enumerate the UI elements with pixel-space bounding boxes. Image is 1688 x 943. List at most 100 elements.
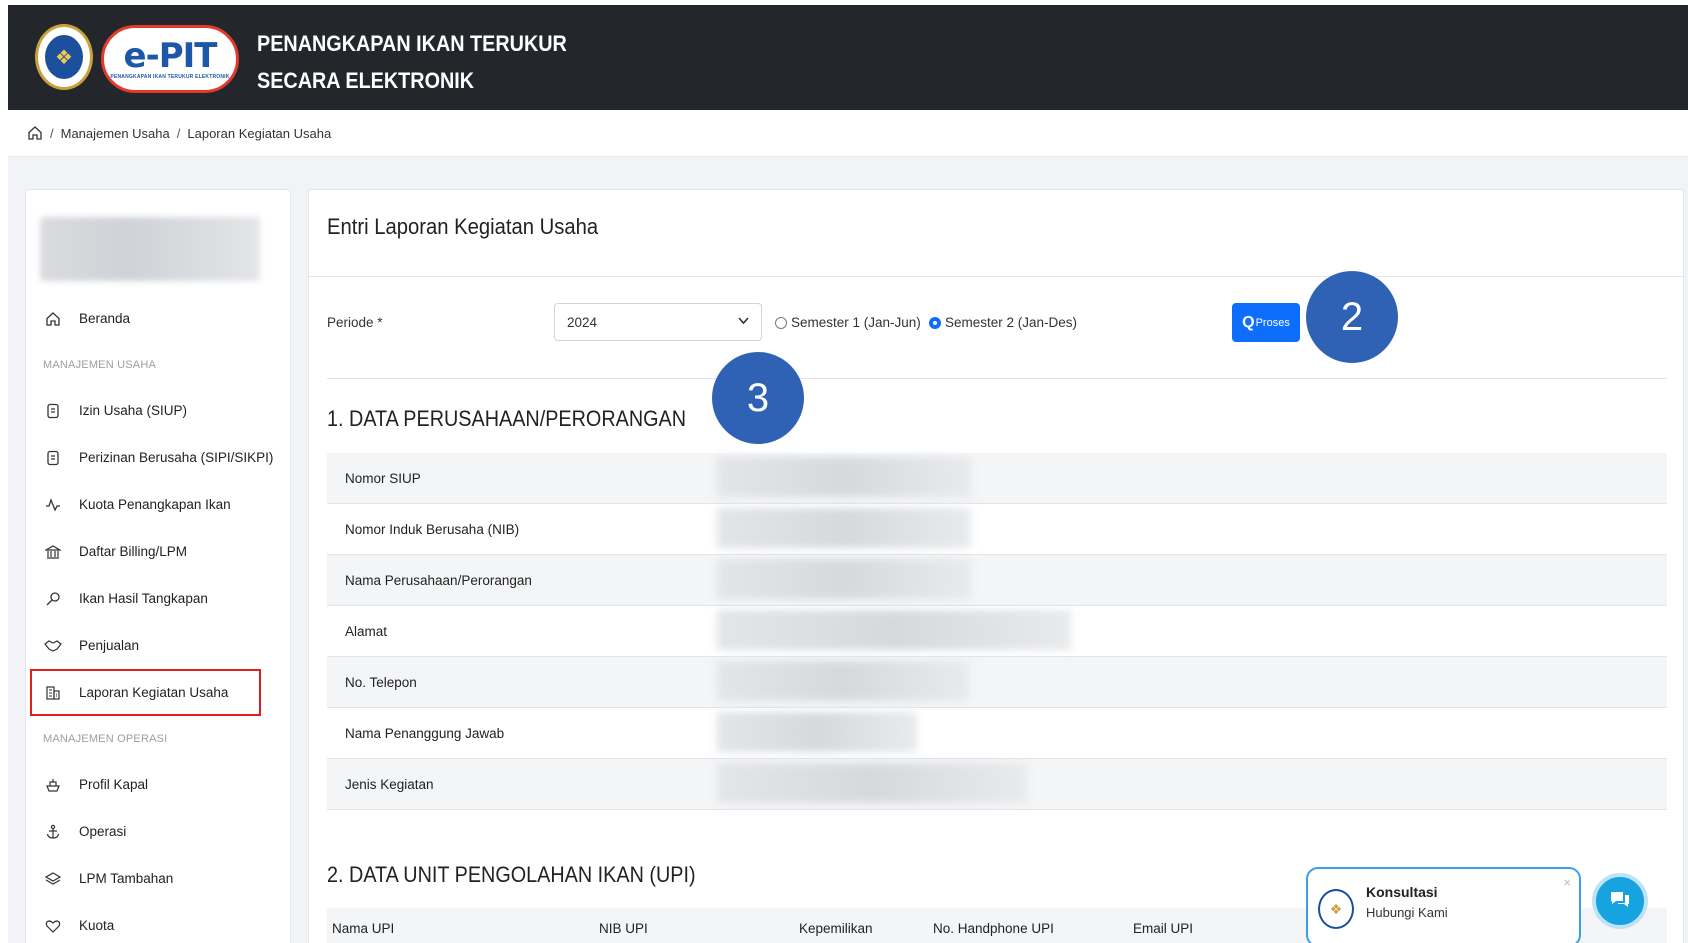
company-data-table: Nomor SIUP Nomor Induk Berusaha (NIB) Na… — [327, 453, 1667, 810]
periode-select-value: 2024 — [567, 314, 598, 330]
divider — [327, 378, 1667, 379]
redacted-value — [717, 457, 971, 497]
chat-button[interactable] — [1592, 873, 1648, 929]
sidebar-item-label: Kuota Penangkapan Ikan — [79, 497, 231, 512]
breadcrumb-separator: / — [176, 125, 181, 141]
sidebar-item-izin-usaha[interactable]: Izin Usaha (SIUP) — [26, 387, 292, 434]
sidebar-item-kuota-penangkapan[interactable]: Kuota Penangkapan Ikan — [26, 481, 292, 528]
column-header: Kepemilikan — [799, 920, 873, 936]
radio-button-selected[interactable] — [929, 316, 941, 329]
sidebar-item-label: Penjualan — [79, 638, 140, 653]
document-icon — [44, 449, 62, 467]
semester1-label: Semester 1 (Jan-Jun) — [791, 315, 921, 330]
step-badge-2: 2 — [1306, 271, 1398, 363]
main-card: Entri Laporan Kegiatan Usaha Periode * 2… — [308, 189, 1684, 943]
app-title: PENANGKAPAN IKAN TERUKUR SECARA ELEKTRON… — [257, 25, 567, 99]
column-header: Email UPI — [1133, 920, 1194, 936]
redacted-value — [717, 559, 971, 599]
sidebar-item-laporan-kegiatan-usaha[interactable]: Laporan Kegiatan Usaha — [30, 669, 261, 716]
periode-select[interactable]: 2024 — [554, 303, 762, 341]
epit-logo-tagline: PENANGKAPAN IKAN TERUKUR ELEKTRONIK — [110, 74, 230, 80]
chat-widget[interactable]: ❖ Konsultasi Hubungi Kami × — [1306, 867, 1581, 943]
radio-button[interactable] — [775, 316, 787, 329]
sidebar-item-label: Daftar Billing/LPM — [79, 544, 188, 559]
page-title: Entri Laporan Kegiatan Usaha — [327, 214, 599, 239]
table-row: Jenis Kegiatan — [327, 759, 1667, 810]
field-label-jenis-kegiatan: Jenis Kegiatan — [345, 776, 434, 792]
sidebar-section-manajemen-usaha: MANAJEMEN USAHA — [43, 358, 157, 371]
search-icon: Q — [1242, 313, 1255, 331]
sidebar-section-manajemen-operasi: MANAJEMEN OPERASI — [43, 732, 168, 745]
field-label-nama-perusahaan: Nama Perusahaan/Perorangan — [345, 572, 532, 588]
sidebar-item-operasi[interactable]: Operasi — [26, 808, 292, 855]
sidebar-item-daftar-billing[interactable]: Daftar Billing/LPM — [26, 528, 292, 575]
bank-icon — [44, 543, 62, 561]
chat-bubble-icon — [1609, 890, 1631, 913]
top-header: ❖ e-PIT PENANGKAPAN IKAN TERUKUR ELEKTRO… — [8, 5, 1688, 110]
fishing-icon — [44, 590, 62, 608]
field-label-penanggung-jawab: Nama Penanggung Jawab — [345, 725, 505, 741]
sidebar-item-profil-kapal[interactable]: Profil Kapal — [26, 761, 292, 808]
epit-logo-brand: e-PIT — [123, 36, 218, 76]
table-row: Nomor Induk Berusaha (NIB) — [327, 504, 1667, 555]
periode-label: Periode * — [327, 315, 383, 330]
redacted-value — [717, 508, 971, 548]
app-title-line1: PENANGKAPAN IKAN TERUKUR — [257, 31, 567, 56]
sidebar-item-label: Operasi — [79, 824, 127, 839]
column-header: NIB UPI — [599, 920, 648, 936]
document-icon — [44, 402, 62, 420]
breadcrumb-separator: / — [50, 125, 54, 141]
semester1-radio[interactable]: Semester 1 (Jan-Jun) — [775, 315, 921, 330]
app-title-line2: SECARA ELEKTRONIK — [257, 68, 475, 93]
proses-button-label: Proses — [1255, 316, 1290, 329]
table-row: No. Telepon — [327, 657, 1667, 708]
semester2-label: Semester 2 (Jan-Des) — [945, 315, 1078, 330]
breadcrumb-manajemen-usaha[interactable]: Manajemen Usaha — [61, 126, 170, 141]
breadcrumb-current: Laporan Kegiatan Usaha — [187, 125, 332, 141]
kkp-seal-logo: ❖ — [1318, 889, 1354, 929]
table-row: Alamat — [327, 606, 1667, 657]
section1-title: 1. DATA PERUSAHAAN/PERORANGAN — [327, 406, 687, 431]
sidebar: Beranda MANAJEMEN USAHA Izin Usaha (SIUP… — [25, 189, 291, 943]
activity-icon — [44, 496, 62, 514]
breadcrumb: / Manajemen Usaha / Laporan Kegiatan Usa… — [8, 110, 1688, 157]
chevron-down-icon — [738, 314, 749, 328]
sidebar-item-label: Perizinan Berusaha (SIPI/SIKPI) — [79, 450, 274, 465]
sidebar-item-ikan-hasil-tangkapan[interactable]: Ikan Hasil Tangkapan — [26, 575, 292, 622]
sidebar-item-label: Izin Usaha (SIUP) — [79, 403, 188, 418]
epit-logo: e-PIT PENANGKAPAN IKAN TERUKUR ELEKTRONI… — [101, 25, 239, 93]
table-row: Nama Penanggung Jawab — [327, 708, 1667, 759]
sidebar-item-lpm-tambahan[interactable]: LPM Tambahan — [26, 855, 292, 902]
home-icon — [44, 310, 62, 328]
field-label-no-telepon: No. Telepon — [345, 674, 417, 690]
heart-icon — [44, 917, 62, 935]
sidebar-item-label: LPM Tambahan — [79, 871, 174, 886]
sidebar-item-penjualan[interactable]: Penjualan — [26, 622, 292, 669]
profile-blurred — [40, 217, 260, 281]
sidebar-item-label: Kuota — [79, 918, 115, 933]
sidebar-item-beranda[interactable]: Beranda — [26, 295, 292, 342]
home-icon[interactable] — [27, 125, 43, 141]
step-badge-3: 3 — [712, 352, 804, 444]
sidebar-item-label: Profil Kapal — [79, 777, 149, 792]
sidebar-item-label: Beranda — [79, 311, 131, 326]
kkp-seal-logo: ❖ — [35, 24, 93, 90]
sidebar-item-perizinan-berusaha[interactable]: Perizinan Berusaha (SIPI/SIKPI) — [26, 434, 292, 481]
chat-title: Konsultasi — [1366, 884, 1438, 900]
field-label-nib: Nomor Induk Berusaha (NIB) — [345, 521, 520, 537]
redacted-value — [717, 661, 969, 701]
proses-button[interactable]: Q Proses — [1232, 303, 1300, 342]
app-frame: ❖ e-PIT PENANGKAPAN IKAN TERUKUR ELEKTRO… — [8, 5, 1688, 943]
section2-title: 2. DATA UNIT PENGOLAHAN IKAN (UPI) — [327, 862, 696, 887]
semester2-radio[interactable]: Semester 2 (Jan-Des) — [929, 315, 1077, 330]
redacted-value — [717, 763, 1027, 803]
column-header: Nama UPI — [332, 920, 395, 936]
sidebar-item-kuota[interactable]: Kuota — [26, 902, 292, 943]
building-icon — [44, 684, 62, 702]
redacted-value — [717, 712, 917, 752]
close-icon[interactable]: × — [1563, 875, 1571, 890]
sidebar-item-label: Laporan Kegiatan Usaha — [79, 685, 229, 700]
redacted-value — [717, 610, 1071, 650]
field-label-nomor-siup: Nomor SIUP — [345, 470, 421, 486]
anchor-icon — [44, 823, 62, 841]
